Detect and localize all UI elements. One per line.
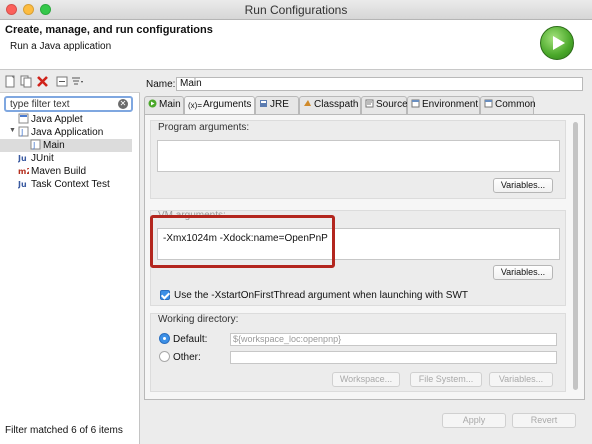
tab-panel-scrollbar[interactable]: [573, 122, 578, 390]
tree-item-label: Maven Build: [31, 166, 87, 177]
file-system-button[interactable]: File System...: [410, 372, 482, 387]
tab-environment[interactable]: Environment: [407, 96, 480, 114]
duplicate-config-icon[interactable]: [20, 75, 33, 88]
source-tab-icon: [365, 99, 374, 108]
tree-item-junit[interactable]: Ju JUnit: [18, 152, 54, 165]
program-arguments-label: Program arguments:: [158, 122, 250, 133]
tab-classpath[interactable]: Classpath: [299, 96, 361, 114]
tab-common[interactable]: Common: [480, 96, 536, 114]
tree-item-label: JUnit: [31, 153, 54, 164]
java-main-icon: J: [30, 139, 41, 150]
name-label: Name:: [146, 79, 176, 90]
tree-item-main[interactable]: J Main: [0, 139, 132, 152]
java-applet-icon: [18, 113, 29, 124]
filter-status: Filter matched 6 of 6 items: [5, 425, 123, 436]
dialog-header: Create, manage, and run configurations R…: [0, 20, 592, 70]
header-title: Create, manage, and run configurations: [5, 24, 213, 36]
filter-menu-icon[interactable]: [71, 75, 84, 88]
tree-item-label: Task Context Test: [31, 179, 110, 190]
window-title: Run Configurations: [244, 3, 348, 17]
tab-jre[interactable]: JRE: [255, 96, 299, 114]
tab-source[interactable]: Source: [361, 96, 408, 114]
config-tabs: Main (x)=Arguments JRE Classpath Source …: [144, 96, 584, 115]
default-directory-field: ${workspace_loc:openpnp}: [230, 333, 557, 346]
config-toolbar: [0, 71, 140, 93]
working-dir-variables-button[interactable]: Variables...: [489, 372, 553, 387]
xstartonfirstthread-checkbox[interactable]: [160, 290, 170, 300]
title-bar: Run Configurations: [0, 0, 592, 20]
main-tab-icon: [148, 99, 157, 108]
tab-arguments[interactable]: (x)=Arguments: [184, 96, 255, 115]
tree-item-maven-build[interactable]: m2Maven Build: [18, 165, 86, 178]
expand-arrow-icon[interactable]: ▼: [9, 127, 16, 134]
arguments-tab-icon: (x)=: [188, 101, 202, 110]
xstartonfirstthread-label: Use the -XstartOnFirstThread argument wh…: [174, 290, 469, 301]
classpath-tab-icon: [304, 100, 311, 106]
delete-config-icon[interactable]: [36, 75, 49, 88]
other-directory-radio[interactable]: [159, 351, 170, 362]
working-directory-label: Working directory:: [158, 314, 239, 325]
tree-item-label: Java Applet: [31, 114, 83, 125]
other-directory-field[interactable]: [230, 351, 557, 364]
common-tab-icon: [484, 99, 493, 108]
tab-main[interactable]: Main: [144, 96, 184, 114]
environment-tab-icon: [411, 99, 420, 108]
junit-icon: Ju: [18, 154, 27, 163]
name-input[interactable]: Main: [176, 77, 583, 91]
run-icon: [540, 26, 574, 60]
other-directory-label: Other:: [173, 352, 201, 363]
tree-item-label: Java Application: [31, 127, 104, 138]
jre-tab-icon: [260, 100, 267, 107]
svg-text:Ju: Ju: [18, 154, 27, 163]
workspace-button[interactable]: Workspace...: [332, 372, 400, 387]
filter-input[interactable]: [10, 98, 110, 110]
svg-text:J: J: [32, 141, 35, 150]
tree-item-label: Main: [43, 140, 65, 151]
apply-button[interactable]: Apply: [442, 413, 506, 428]
collapse-all-icon[interactable]: [56, 75, 69, 88]
program-arguments-input[interactable]: [157, 140, 560, 172]
revert-button[interactable]: Revert: [512, 413, 576, 428]
default-directory-label: Default:: [173, 334, 208, 345]
svg-text:m2: m2: [18, 167, 29, 176]
tree-item-task-context-test[interactable]: Ju Task Context Test: [18, 178, 110, 191]
new-config-icon[interactable]: [4, 75, 17, 88]
program-variables-button[interactable]: Variables...: [493, 178, 553, 193]
svg-text:Ju: Ju: [18, 180, 27, 189]
task-context-icon: Ju: [18, 180, 27, 189]
maven-icon: m2: [18, 167, 29, 176]
svg-text:J: J: [20, 128, 23, 137]
tree-item-java-applet[interactable]: Java Applet: [18, 113, 83, 126]
vm-arguments-highlight: [150, 215, 335, 268]
default-directory-radio[interactable]: [159, 333, 170, 344]
java-application-icon: J: [18, 126, 29, 137]
header-subtitle: Run a Java application: [10, 41, 112, 52]
tree-item-java-application[interactable]: J Java Application: [18, 126, 103, 139]
configuration-list-panel: ✕ Java Applet ▼ JJava Application JMain …: [0, 71, 140, 444]
clear-filter-icon[interactable]: ✕: [118, 99, 128, 109]
vm-variables-button[interactable]: Variables...: [493, 265, 553, 280]
filter-box: ✕: [4, 96, 133, 112]
